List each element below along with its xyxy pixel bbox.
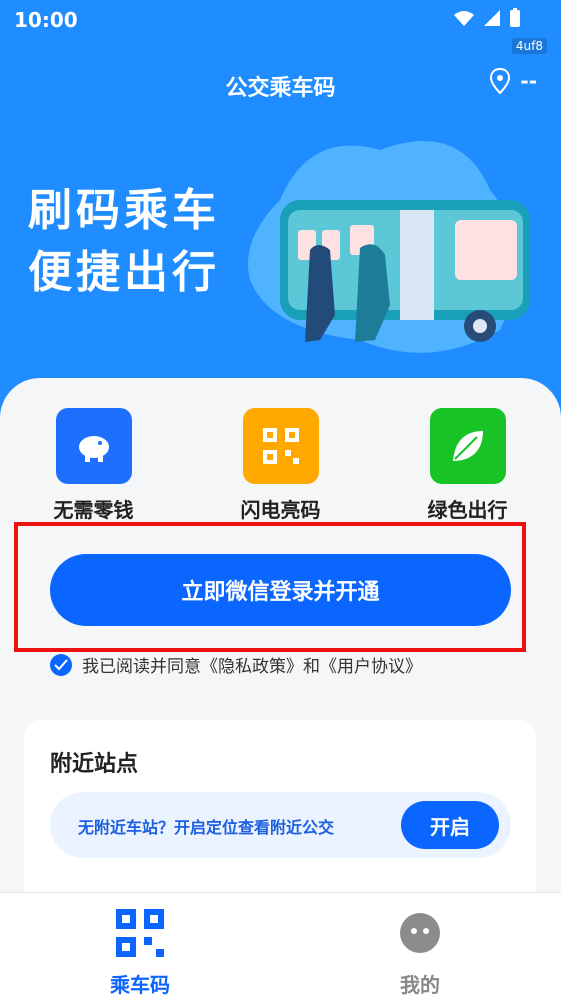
feature-fast-code: 闪电亮码 — [201, 408, 361, 523]
feature-list: 无需零钱 闪电亮码 绿色出行 — [0, 408, 561, 523]
signal-icon — [484, 10, 500, 26]
tab-ride-code[interactable]: 乘车码 — [60, 909, 220, 998]
leaf-icon — [429, 408, 506, 484]
location-selector[interactable]: -- — [490, 68, 537, 94]
checkmark-icon — [54, 658, 68, 670]
nav-label: 我的 — [400, 973, 440, 997]
nearby-location-tip: 无附近车站？开启定位查看附近公交 开启 — [50, 792, 511, 858]
nearby-title: 附近站点 — [50, 752, 139, 777]
agreement-row[interactable]: 我已阅读并同意《隐私政策》和《用户协议》 — [50, 652, 422, 677]
qr-code-icon — [116, 909, 164, 957]
status-bar: 10:00 4uf8 — [0, 0, 561, 54]
checkbox-icon[interactable] — [50, 653, 72, 676]
hero-header: 10:00 4uf8 公交乘车码 -- 刷码乘车 便捷出行 — [0, 0, 561, 420]
enable-location-button[interactable]: 开启 — [401, 801, 499, 849]
battery-icon — [510, 8, 520, 27]
hero-line-2: 便捷出行 — [28, 247, 220, 298]
location-pin-icon — [490, 68, 511, 94]
bus-illustration — [248, 141, 530, 353]
main-card: 无需零钱 闪电亮码 绿色出行 立即微信登录并开通 我已阅读并同意《隐私政策》和《… — [0, 378, 561, 920]
profile-icon — [400, 913, 440, 953]
tab-profile[interactable]: 我的 — [340, 909, 500, 998]
location-value: -- — [520, 69, 537, 93]
qr-code-glyph — [262, 428, 299, 464]
bottom-navigation: 乘车码 我的 — [0, 892, 561, 1000]
piggy-bank-icon — [55, 408, 132, 484]
feature-label: 无需零钱 — [53, 498, 134, 522]
hero-slogan: 刷码乘车 便捷出行 — [28, 180, 220, 304]
feature-label: 闪电亮码 — [240, 498, 321, 522]
status-time: 10:00 — [14, 8, 78, 32]
agreement-text: 我已阅读并同意《隐私政策》和《用户协议》 — [82, 657, 422, 677]
nearby-stations-panel: 附近站点 无附近车站？开启定位查看附近公交 开启 — [24, 720, 536, 920]
feature-label: 绿色出行 — [427, 498, 508, 522]
nav-label: 乘车码 — [110, 973, 170, 997]
leaf-glyph — [452, 431, 483, 461]
status-icons — [453, 8, 521, 28]
debug-badge: 4uf8 — [511, 38, 547, 54]
qr-code-icon — [242, 408, 319, 484]
wechat-login-button[interactable]: 立即微信登录并开通 — [50, 554, 511, 626]
feature-no-change: 无需零钱 — [14, 408, 174, 523]
wifi-icon — [454, 11, 474, 26]
page-title: 公交乘车码 — [225, 76, 336, 101]
hero-line-1: 刷码乘车 — [28, 185, 220, 236]
piggy-bank-glyph — [78, 436, 109, 462]
feature-green-travel: 绿色出行 — [388, 408, 548, 523]
nearby-tip-text: 无附近车站？开启定位查看附近公交 — [78, 818, 335, 837]
